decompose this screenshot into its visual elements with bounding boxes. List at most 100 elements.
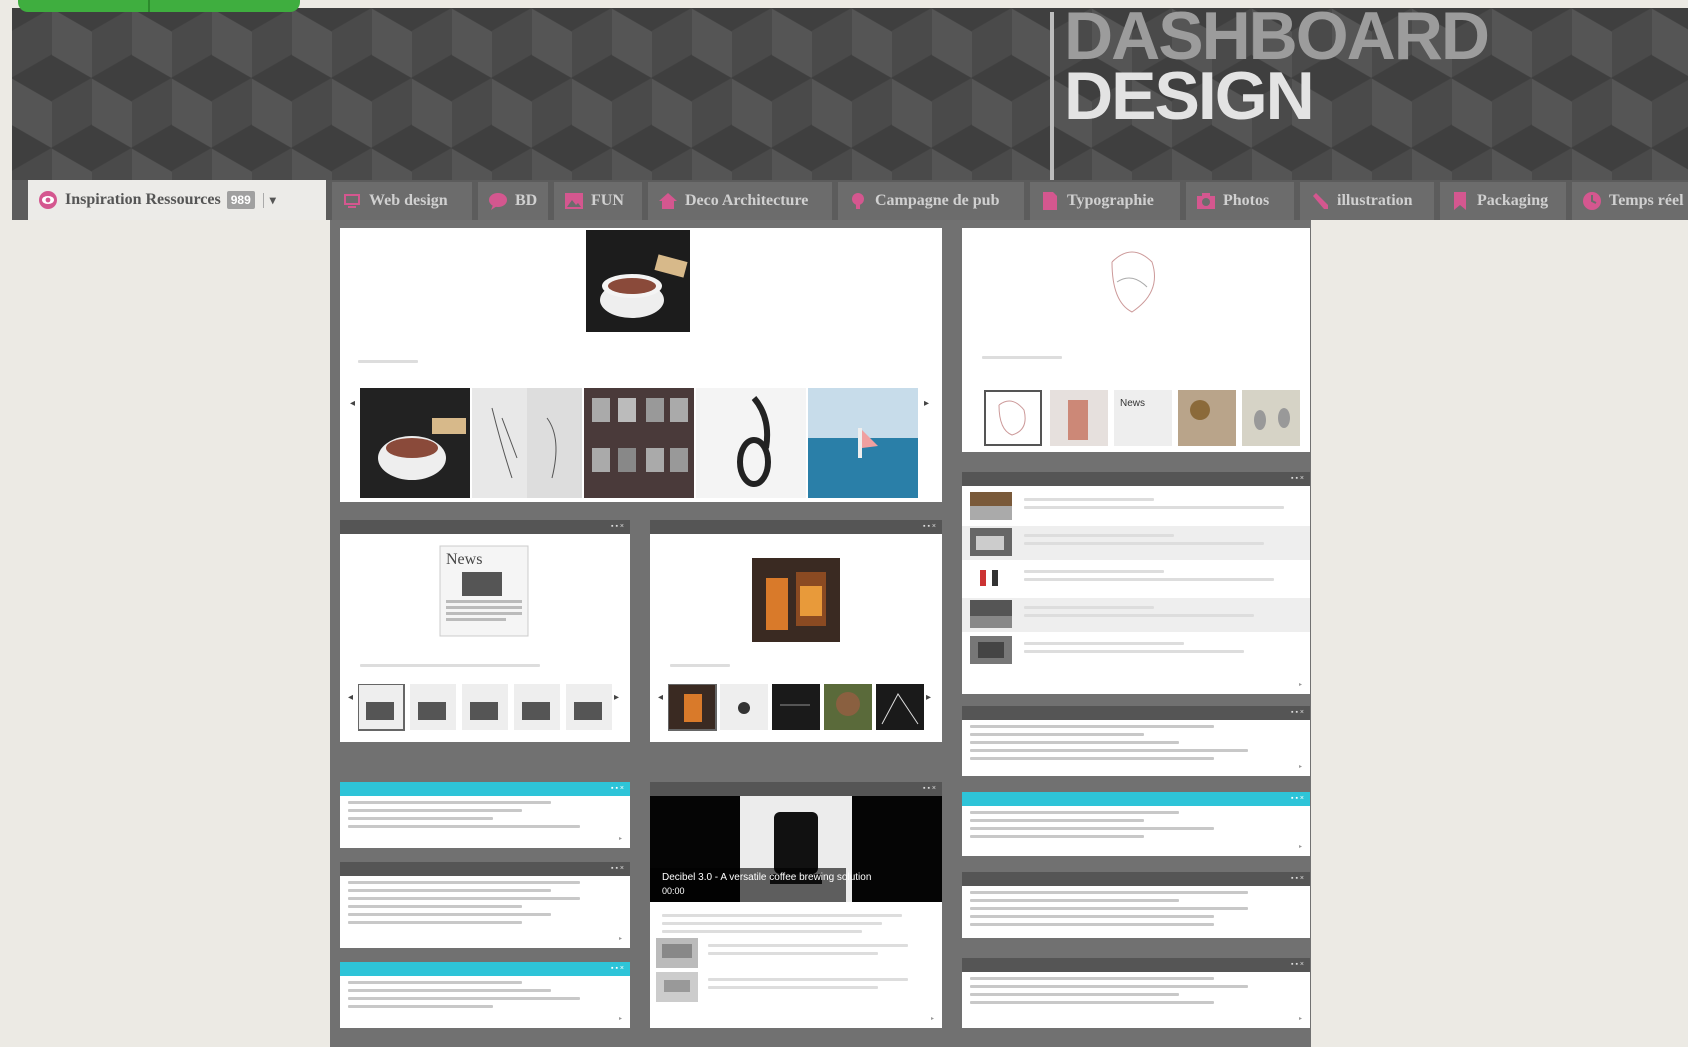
list-item[interactable]: [348, 809, 522, 812]
list-item[interactable]: [348, 989, 551, 992]
tab-campagne-de-pub[interactable]: Campagne de pub: [838, 182, 1024, 220]
widget-header[interactable]: ▪ ▪ ×: [962, 958, 1310, 972]
list-item[interactable]: [970, 835, 1144, 838]
widget-header[interactable]: ▪ ▪ ×: [962, 706, 1310, 720]
widget-header[interactable]: ▪ ▪ ×: [962, 472, 1310, 486]
more-link[interactable]: ▸: [1299, 681, 1302, 688]
list-item[interactable]: [970, 811, 1179, 814]
feed-line[interactable]: [1024, 606, 1154, 609]
thumbnail-headphones[interactable]: [696, 388, 806, 498]
architecture-image[interactable]: [744, 542, 848, 646]
tab-bd[interactable]: BD: [478, 182, 548, 220]
list-item[interactable]: [970, 923, 1214, 926]
widget-header[interactable]: ▪ ▪ ×: [650, 782, 942, 796]
tab-photos[interactable]: Photos: [1186, 182, 1294, 220]
list-item[interactable]: [970, 733, 1144, 736]
tea-cup-image[interactable]: [586, 230, 690, 332]
list-item[interactable]: [970, 899, 1179, 902]
more-link[interactable]: ▸: [1299, 1015, 1302, 1022]
thumbnail-strip[interactable]: News: [1050, 390, 1300, 446]
list-item[interactable]: [970, 891, 1249, 894]
feed-thumbnail[interactable]: [970, 528, 1012, 556]
more-link[interactable]: ▸: [619, 935, 622, 942]
more-link[interactable]: ▸: [1299, 843, 1302, 850]
list-item[interactable]: [970, 749, 1249, 752]
architecture-thumbnail-strip[interactable]: [668, 684, 924, 732]
description-line: [662, 922, 882, 925]
feed-thumbnail[interactable]: [970, 564, 1012, 592]
thumbnail-building[interactable]: [584, 388, 694, 498]
feed-line[interactable]: [1024, 534, 1174, 537]
thumbnail-sea[interactable]: [808, 388, 918, 498]
thumbnail-sketch[interactable]: [472, 388, 582, 498]
article-thumbnail[interactable]: [656, 972, 698, 1002]
thumbnail-selected[interactable]: [984, 390, 1042, 446]
more-link[interactable]: ▸: [619, 835, 622, 842]
list-item[interactable]: [348, 881, 580, 884]
feed-thumbnail[interactable]: [970, 636, 1012, 664]
chevron-left-icon[interactable]: ◂: [348, 692, 353, 703]
news-thumbnail-strip[interactable]: [358, 684, 612, 732]
list-item[interactable]: [348, 913, 551, 916]
list-item[interactable]: [348, 905, 522, 908]
list-item[interactable]: [970, 993, 1179, 996]
article-line[interactable]: [708, 944, 908, 947]
list-item[interactable]: [348, 921, 522, 924]
widget-header[interactable]: ▪ ▪ ×: [340, 962, 630, 976]
illustration-image[interactable]: [1092, 232, 1172, 342]
feed-thumbnail[interactable]: [970, 492, 1012, 520]
widget-header[interactable]: ▪ ▪ ×: [340, 862, 630, 876]
newspaper-image[interactable]: News: [436, 542, 532, 638]
list-item[interactable]: [348, 889, 551, 892]
article-thumbnail[interactable]: [656, 938, 698, 968]
thumbnail-tea[interactable]: [360, 388, 470, 498]
list-item[interactable]: [970, 1001, 1214, 1004]
widget-header[interactable]: ▪ ▪ ×: [962, 792, 1310, 806]
tab-inspiration-ressources[interactable]: Inspiration Ressources 989 ▾: [28, 180, 326, 220]
tab-illustration[interactable]: illustration: [1300, 182, 1434, 220]
widget-header[interactable]: ▪ ▪ ×: [340, 782, 630, 796]
chevron-right-icon[interactable]: ▸: [614, 692, 619, 703]
tab-fun[interactable]: FUN: [554, 182, 642, 220]
list-item[interactable]: [348, 981, 522, 984]
list-item[interactable]: [970, 741, 1179, 744]
description-line: [662, 914, 902, 917]
widget-header[interactable]: ▪ ▪ ×: [340, 520, 630, 534]
tab-temps-reel[interactable]: Temps réel: [1572, 182, 1688, 220]
more-link[interactable]: ▸: [1299, 763, 1302, 770]
list-item[interactable]: [970, 757, 1214, 760]
list-item[interactable]: [970, 977, 1214, 980]
chevron-left-icon[interactable]: ◂: [350, 398, 355, 409]
chevron-right-icon[interactable]: ▸: [924, 398, 929, 409]
chevron-down-icon[interactable]: ▾: [262, 192, 276, 208]
video-player[interactable]: [650, 796, 942, 902]
list-item[interactable]: [348, 997, 580, 1000]
list-item[interactable]: [970, 915, 1214, 918]
widget-header[interactable]: ▪ ▪ ×: [650, 520, 942, 534]
list-item[interactable]: [970, 907, 1249, 910]
list-item[interactable]: [348, 825, 580, 828]
more-link[interactable]: ▸: [931, 1015, 934, 1022]
list-item[interactable]: [348, 801, 551, 804]
list-item[interactable]: [970, 827, 1214, 830]
widget-header[interactable]: ▪ ▪ ×: [962, 872, 1310, 886]
list-item[interactable]: [348, 897, 580, 900]
chevron-left-icon[interactable]: ◂: [658, 692, 663, 703]
more-link[interactable]: ▸: [619, 1015, 622, 1022]
feed-line[interactable]: [1024, 642, 1184, 645]
feed-line[interactable]: [1024, 570, 1164, 573]
list-item[interactable]: [970, 985, 1249, 988]
video-title[interactable]: Decibel 3.0 - A versatile coffee brewing…: [662, 872, 871, 883]
tab-web-design[interactable]: Web design: [332, 182, 472, 220]
chevron-right-icon[interactable]: ▸: [926, 692, 931, 703]
feed-line[interactable]: [1024, 498, 1154, 501]
list-item[interactable]: [970, 819, 1144, 822]
list-item[interactable]: [348, 817, 493, 820]
list-item[interactable]: [348, 1005, 493, 1008]
list-item[interactable]: [970, 725, 1214, 728]
tab-packaging[interactable]: Packaging: [1440, 182, 1566, 220]
article-line[interactable]: [708, 978, 908, 981]
tab-deco-architecture[interactable]: Deco Architecture: [648, 182, 832, 220]
feed-thumbnail[interactable]: [970, 600, 1012, 628]
tab-typographie[interactable]: Typographie: [1030, 182, 1180, 220]
